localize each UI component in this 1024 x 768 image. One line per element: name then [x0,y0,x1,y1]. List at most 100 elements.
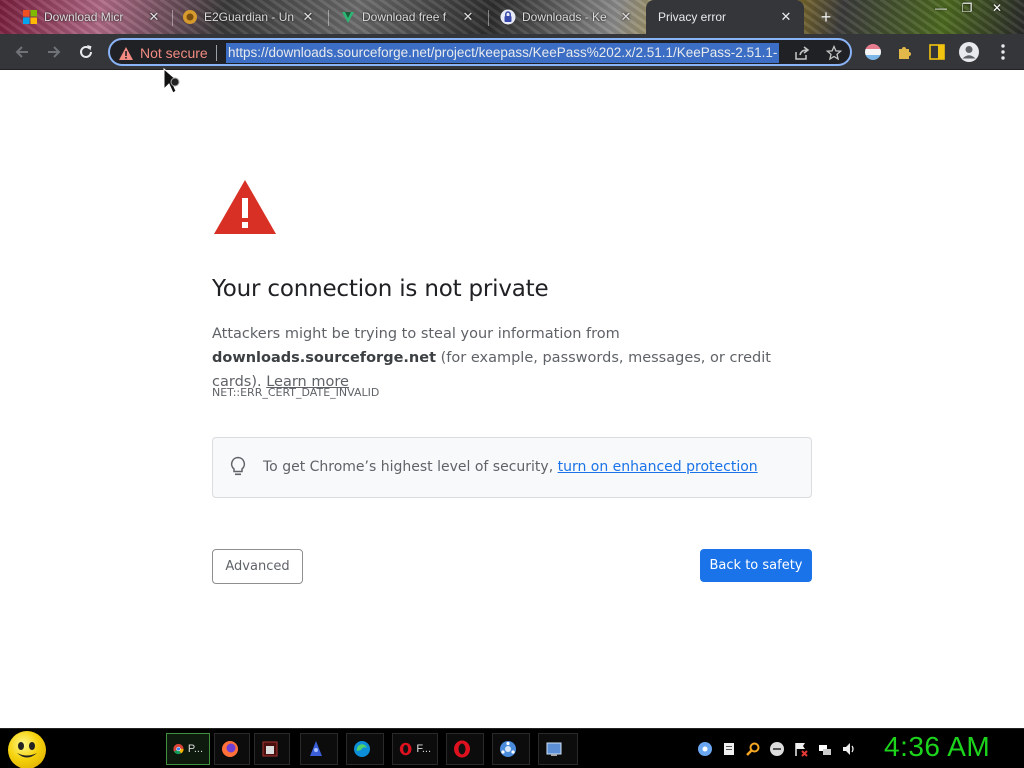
side-panel-button[interactable] [926,41,948,63]
bookmark-button[interactable] [824,43,844,63]
tab-title: Download free f [362,10,447,24]
forward-button[interactable] [42,40,66,64]
tab-strip: Download Micr ✕ E2Guardian - Un ✕ Downlo… [0,0,1024,34]
tab-separator [488,10,489,26]
security-chip[interactable]: Not secure [118,43,208,63]
side-panel-icon [929,44,945,60]
taskbar-app-opera-2[interactable] [446,733,484,765]
taskbar: P... F... 4:36 AM [0,728,1024,768]
tip-prefix: To get Chrome’s highest level of securit… [263,459,558,475]
share-button[interactable] [792,43,812,63]
taskbar-app-control-panel[interactable] [538,733,578,765]
share-icon [795,46,810,60]
smiley-icon [17,742,37,758]
menu-button[interactable] [992,41,1014,63]
taskbar-app-wizard[interactable] [300,733,338,765]
download-logo-icon [342,12,354,23]
explanation-paragraph: Attackers might be trying to steal your … [212,322,822,394]
opera-icon [454,740,470,758]
tab-download-microsoft[interactable]: Download Micr ✕ [14,2,172,32]
maximize-button[interactable]: ❐ [954,0,980,16]
tab-title: Download Micr [44,10,124,24]
page-title: Your connection is not private [212,276,549,302]
status-tray-icon[interactable] [769,741,785,757]
close-tab-icon[interactable]: ✕ [618,9,634,25]
browser-toolbar: Not secure https://downloads.sourceforge… [0,34,1024,70]
tab-separator [328,10,329,26]
wizard-icon [310,741,322,756]
close-tab-icon[interactable]: ✕ [460,9,476,25]
enhanced-protection-link[interactable]: turn on enhanced protection [558,459,758,475]
taskbar-app-label: F... [416,743,431,755]
warning-icon [214,180,276,234]
arrow-right-icon [48,46,61,58]
taskbar-app-terminal[interactable] [254,733,290,765]
control-panel-icon [546,742,562,756]
star-icon [826,45,842,61]
omnibox-divider [216,45,217,61]
tab-separator [172,10,173,26]
address-bar[interactable]: Not secure https://downloads.sourceforge… [108,38,852,66]
opera-icon [399,742,412,756]
tab-title: Downloads - Ke [522,10,607,24]
taskbar-app-chrome[interactable]: P... [166,733,210,765]
firefox-icon [222,741,238,757]
tab-download-free[interactable]: Download free f ✕ [332,2,486,32]
e2guardian-logo-icon [183,10,197,24]
taskbar-app-label: P... [187,743,203,755]
flag-badge-icon [865,44,881,60]
tab-e2guardian[interactable]: E2Guardian - Un ✕ [174,2,326,32]
tab-privacy-error[interactable]: Privacy error ✕ [646,0,804,34]
avatar-icon [959,42,979,62]
url-text[interactable]: https://downloads.sourceforge.net/projec… [226,43,780,63]
tip-text: To get Chrome’s highest level of securit… [263,459,758,475]
profile-button[interactable] [958,41,980,63]
network-status-tray-icon[interactable] [817,741,833,757]
taskbar-clock[interactable]: 4:36 AM [884,731,990,763]
hostname: downloads.sourceforge.net [212,350,437,366]
keepass-logo-icon [500,9,516,25]
speaker-tray-icon[interactable] [841,741,857,757]
taskbar-app-edge[interactable] [346,733,384,765]
new-tab-button[interactable]: + [816,7,836,27]
tab-title: Privacy error [658,10,727,24]
taskbar-app-network[interactable] [492,733,530,765]
window-close-button[interactable]: ✕ [984,0,1010,16]
terminal-icon [262,741,278,757]
start-button[interactable] [8,731,46,768]
network-tray-icon[interactable] [697,741,713,757]
advanced-button[interactable]: Advanced [212,549,303,584]
lightbulb-icon [230,456,246,476]
arrow-left-icon [15,46,28,58]
close-tab-icon[interactable]: ✕ [778,9,794,25]
screen: { "browser": { "tabs": [ {"title": "Down… [0,0,1024,768]
minimize-button[interactable]: — [928,0,954,16]
interstitial-page: Your connection is not private Attackers… [0,70,1024,728]
windows-logo-icon [23,10,37,24]
enhanced-protection-tip: To get Chrome’s highest level of securit… [212,437,812,498]
mouse-cursor-icon [163,67,181,94]
document-tray-icon[interactable] [721,741,737,757]
profile-flag-button[interactable] [862,41,884,63]
reload-button[interactable] [74,40,98,64]
back-to-safety-button[interactable]: Back to safety [700,549,812,582]
chrome-icon [173,743,184,755]
warning-triangle-icon [119,46,133,60]
puzzle-icon [899,47,911,59]
back-button[interactable] [10,40,34,64]
kebab-menu-icon [1001,44,1005,60]
error-code[interactable]: NET::ERR_CERT_DATE_INVALID [212,386,379,399]
extensions-button[interactable] [894,41,916,63]
edge-icon [354,741,370,757]
close-tab-icon[interactable]: ✕ [146,9,162,25]
network-icon [500,741,516,757]
not-secure-label: Not secure [140,45,208,61]
close-tab-icon[interactable]: ✕ [300,9,316,25]
search-tray-icon[interactable] [745,741,761,757]
taskbar-app-opera[interactable]: F... [392,733,438,765]
taskbar-app-firefox[interactable] [214,733,250,765]
reload-icon [80,45,92,58]
tab-downloads-keepass[interactable]: Downloads - Ke ✕ [492,2,644,32]
flag-tray-icon[interactable] [793,741,809,757]
tab-title: E2Guardian - Un [204,10,294,24]
